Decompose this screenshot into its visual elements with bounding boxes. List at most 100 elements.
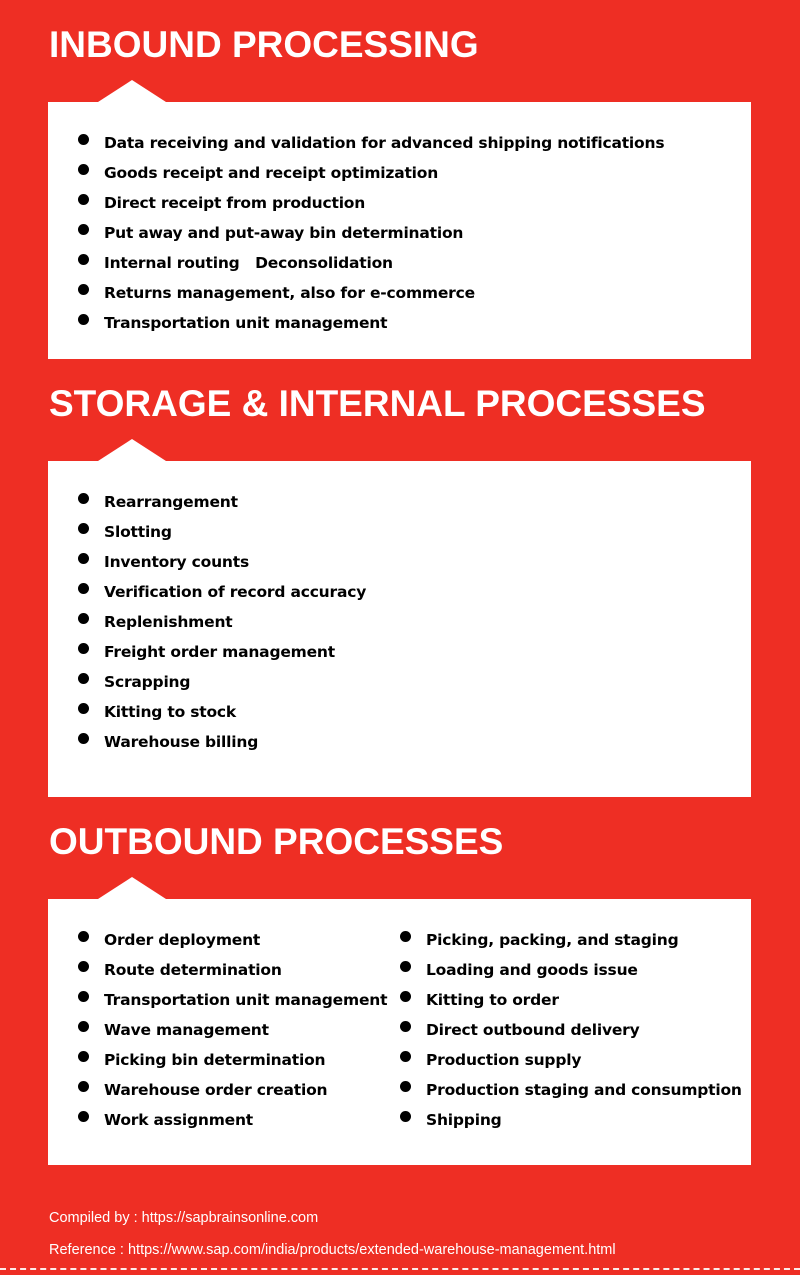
list-item: Route determination <box>48 955 387 985</box>
list-item-label: Loading and goods issue <box>426 961 638 979</box>
list-item-label: Direct outbound delivery <box>426 1021 640 1039</box>
list-item-label: Direct receipt from production <box>104 194 366 212</box>
bullet-icon <box>78 703 89 714</box>
list-item: Work assignment <box>48 1105 387 1135</box>
list-item: Production supply <box>370 1045 742 1075</box>
bullet-icon <box>78 314 89 325</box>
bullet-icon <box>78 991 89 1002</box>
list-item: Picking, packing, and staging <box>370 925 742 955</box>
dashed-divider <box>0 1268 800 1270</box>
bullet-icon <box>78 1111 89 1122</box>
bullet-icon <box>78 523 89 534</box>
compiled-by-credit: Compiled by : https://sapbrainsonline.co… <box>49 1210 319 1226</box>
reference-credit: Reference : https://www.sap.com/india/pr… <box>49 1242 616 1258</box>
bullet-icon <box>78 553 89 564</box>
list-item: Wave management <box>48 1015 387 1045</box>
list-item-label: Inventory counts <box>104 553 249 571</box>
bullet-icon <box>78 164 89 175</box>
bullet-icon <box>78 733 89 744</box>
bullet-icon <box>400 1111 411 1122</box>
list-item: Freight order management <box>48 637 366 667</box>
list-item: Slotting <box>48 517 366 547</box>
bullet-icon <box>400 961 411 972</box>
pointer-triangle <box>98 80 166 102</box>
bullet-icon <box>78 284 89 295</box>
list-item-label: Production staging and consumption <box>426 1081 742 1099</box>
list-item-label: Picking, packing, and staging <box>426 931 679 949</box>
list-item: Shipping <box>370 1105 742 1135</box>
list-item: Transportation unit management <box>48 308 664 338</box>
list-item: Direct receipt from production <box>48 188 664 218</box>
section-title-inbound: INBOUND PROCESSING <box>49 24 479 65</box>
bullet-icon <box>78 254 89 265</box>
list-item-label: Goods receipt and receipt optimization <box>104 164 439 182</box>
list-item: Replenishment <box>48 607 366 637</box>
bullet-icon <box>78 224 89 235</box>
list-item-label: Order deployment <box>104 931 261 949</box>
list-item: Picking bin determination <box>48 1045 387 1075</box>
list-item: Returns management, also for e-commerce <box>48 278 664 308</box>
section-title-storage: STORAGE & INTERNAL PROCESSES <box>49 383 706 424</box>
bullet-icon <box>78 931 89 942</box>
list-item-label: Route determination <box>104 961 282 979</box>
bullet-icon <box>78 613 89 624</box>
list-item-label: Kitting to order <box>426 991 559 1009</box>
list-item: Kitting to stock <box>48 697 366 727</box>
storage-list: Rearrangement Slotting Inventory counts … <box>48 487 366 757</box>
bullet-icon <box>400 1021 411 1032</box>
list-item: Data receiving and validation for advanc… <box>48 128 665 158</box>
storage-card: Rearrangement Slotting Inventory counts … <box>48 461 751 797</box>
list-item-label: Work assignment <box>104 1111 254 1129</box>
bullet-icon <box>400 1051 411 1062</box>
bullet-icon <box>78 1081 89 1092</box>
list-item: Transportation unit management <box>48 985 388 1015</box>
bullet-icon <box>78 194 89 205</box>
pointer-triangle <box>98 877 166 899</box>
bullet-icon <box>78 643 89 654</box>
list-item: Warehouse order creation <box>48 1075 387 1105</box>
list-item-label: Transportation unit management <box>104 314 388 332</box>
bullet-icon <box>400 931 411 942</box>
list-item-label: Verification of record accuracy <box>104 583 367 601</box>
outbound-list-left: Order deployment Route determination Tra… <box>48 925 388 1135</box>
list-item: Production staging and consumption <box>370 1075 742 1105</box>
list-item-label: Transportation unit management <box>104 991 388 1009</box>
list-item: Scrapping <box>48 667 366 697</box>
list-item-label: Returns management, also for e-commerce <box>104 284 475 302</box>
bullet-icon <box>78 1051 89 1062</box>
list-item-label: Replenishment <box>104 613 233 631</box>
bullet-icon <box>400 1081 411 1092</box>
bullet-icon <box>78 583 89 594</box>
outbound-card: Order deployment Route determination Tra… <box>48 899 751 1165</box>
list-item-label: Scrapping <box>104 673 191 691</box>
list-item: Loading and goods issue <box>370 955 742 985</box>
list-item: Kitting to order <box>370 985 742 1015</box>
list-item-label: Picking bin determination <box>104 1051 326 1069</box>
list-item-label: Data receiving and validation for advanc… <box>104 134 665 152</box>
list-item-label: Kitting to stock <box>104 703 237 721</box>
bullet-icon <box>400 991 411 1002</box>
list-item-label: Shipping <box>426 1111 502 1129</box>
section-title-outbound: OUTBOUND PROCESSES <box>49 821 504 862</box>
list-item-label: Wave management <box>104 1021 269 1039</box>
bullet-icon <box>78 134 89 145</box>
list-item: Internal routing Deconsolidation <box>48 248 664 278</box>
inbound-list: Data receiving and validation for advanc… <box>48 128 665 338</box>
list-item: Order deployment <box>48 925 387 955</box>
list-item-label: Put away and put-away bin determination <box>104 224 464 242</box>
pointer-triangle <box>98 439 166 461</box>
inbound-card: Data receiving and validation for advanc… <box>48 102 751 359</box>
list-item: Direct outbound delivery <box>370 1015 742 1045</box>
list-item-label: Slotting <box>104 523 172 541</box>
list-item-label: Freight order management <box>104 643 335 661</box>
bullet-icon <box>78 493 89 504</box>
list-item-label: Internal routing Deconsolidation <box>104 254 393 272</box>
bullet-icon <box>78 673 89 684</box>
list-item-label: Warehouse billing <box>104 733 259 751</box>
list-item: Warehouse billing <box>48 727 366 757</box>
list-item: Verification of record accuracy <box>48 577 366 607</box>
list-item: Inventory counts <box>48 547 366 577</box>
bullet-icon <box>78 961 89 972</box>
list-item: Goods receipt and receipt optimization <box>48 158 664 188</box>
list-item-label: Production supply <box>426 1051 582 1069</box>
